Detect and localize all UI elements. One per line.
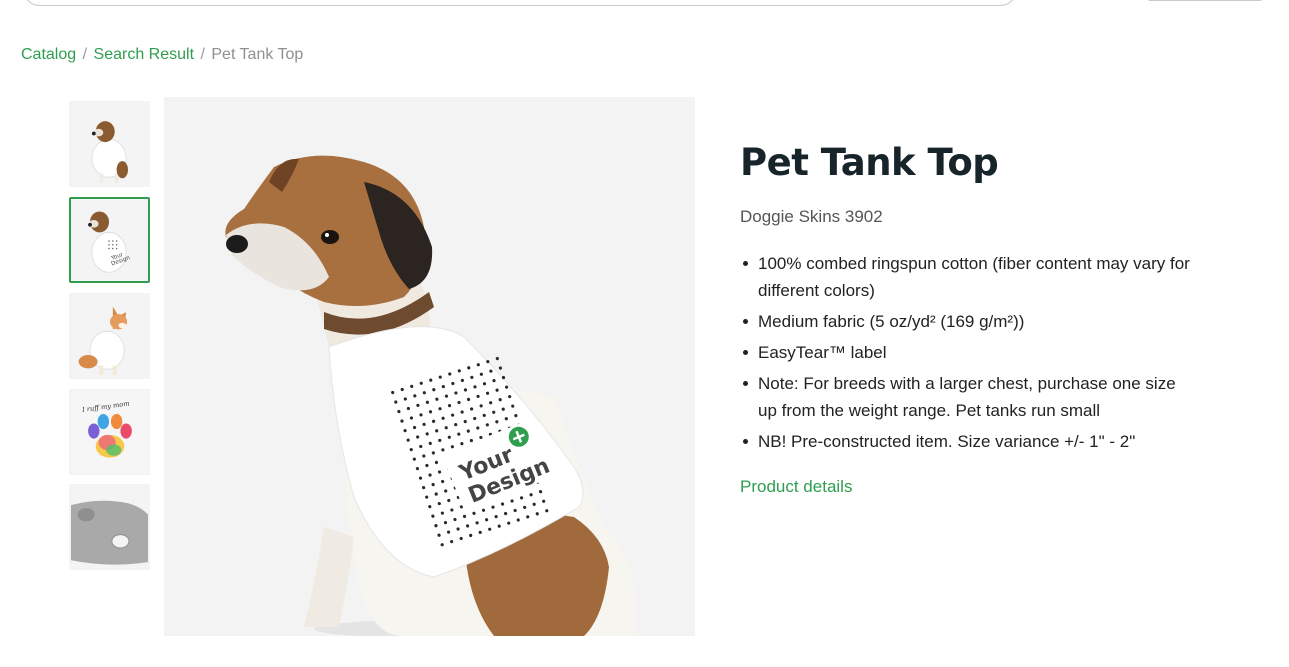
breadcrumb: Catalog / Search Result / Pet Tank Top <box>21 46 303 64</box>
thumbnail-shiba[interactable] <box>69 293 150 379</box>
feature-item: EasyTear™ label <box>743 339 1198 366</box>
product-info: Pet Tank Top Doggie Skins 3902 100% comb… <box>740 140 1190 496</box>
breadcrumb-separator: / <box>200 46 205 63</box>
header-control[interactable] <box>1147 0 1263 1</box>
thumbnail-flat-garment[interactable] <box>69 484 150 570</box>
product-main-image: Your Design <box>164 97 695 636</box>
product-title: Pet Tank Top <box>740 141 999 184</box>
search-bar[interactable] <box>22 0 1018 6</box>
feature-item: Medium fabric (5 oz/yd² (169 g/m²)) <box>743 308 1198 335</box>
breadcrumb-separator: / <box>82 46 88 63</box>
feature-item: 100% combed ringspun cotton (fiber conte… <box>743 250 1198 304</box>
thumbnail-dog-design[interactable]: Your Design <box>69 197 150 283</box>
product-brand-model: Doggie Skins 3902 <box>740 207 883 226</box>
thumbnail-paw-print[interactable]: I ruff my mom <box>69 389 150 475</box>
feature-item: NB! Pre-constructed item. Size variance … <box>743 428 1198 455</box>
breadcrumb-catalog-link[interactable]: Catalog <box>21 46 76 63</box>
breadcrumb-current: Pet Tank Top <box>211 46 304 63</box>
breadcrumb-search-result-link[interactable]: Search Result <box>94 46 195 63</box>
thumbnail-dog-side[interactable] <box>69 101 150 187</box>
product-details-link[interactable]: Product details <box>740 477 852 497</box>
feature-list: 100% combed ringspun cotton (fiber conte… <box>740 250 1198 459</box>
feature-item: Note: For breeds with a larger chest, pu… <box>743 370 1198 424</box>
